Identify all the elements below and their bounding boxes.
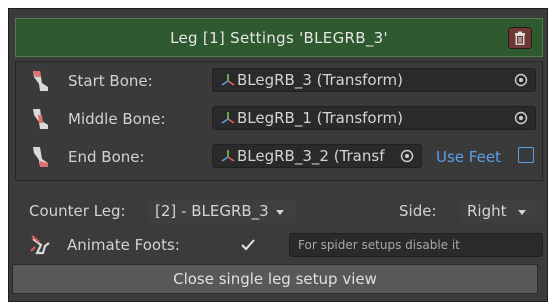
chevron-down-icon <box>276 210 285 215</box>
animate-foots-checkbox[interactable] <box>239 236 257 254</box>
leg-settings-panel: Leg [1] Settings 'BLEGRB_3' Start Bone: <box>8 8 548 302</box>
leg-header[interactable]: Leg [1] Settings 'BLEGRB_3' <box>15 18 543 57</box>
checkmark-icon <box>241 239 255 251</box>
target-icon <box>514 111 528 125</box>
leg-bone-icon <box>33 109 48 129</box>
use-feet-label[interactable]: Use Feet <box>436 143 501 171</box>
side-value: Right <box>467 202 507 220</box>
transform-icon <box>221 150 235 162</box>
animate-foots-label: Animate Foots: <box>67 236 180 254</box>
animate-foots-hint[interactable]: For spider setups disable it <box>289 233 543 257</box>
middle-bone-label: Middle Bone: <box>68 110 166 128</box>
object-picker-button[interactable] <box>512 71 530 89</box>
leg-bone-icon <box>33 71 48 91</box>
animate-foot-icon <box>30 235 50 255</box>
start-bone-field[interactable]: BLegRB_3 (Transform) <box>212 68 536 92</box>
side-dropdown[interactable]: Right <box>461 199 543 223</box>
target-icon <box>400 149 414 163</box>
counter-leg-dropdown[interactable]: [2] - BLEGRB_3 <box>149 199 297 223</box>
transform-icon <box>221 112 235 124</box>
bones-section: Start Bone: BLegRB_3 (Transform) Middle … <box>15 61 543 181</box>
leg-bone-icon <box>33 147 48 167</box>
chevron-down-icon <box>518 210 527 215</box>
start-bone-label: Start Bone: <box>68 72 153 90</box>
transform-icon <box>221 74 235 86</box>
end-bone-row: End Bone: BLegRB_3_2 (Transf Use Feet <box>16 143 542 171</box>
counter-leg-row: Counter Leg: [2] - BLEGRB_3 Side: Right <box>9 197 547 225</box>
end-bone-value: BLegRB_3_2 (Transf <box>237 147 385 165</box>
middle-bone-row: Middle Bone: BLegRB_1 (Transform) <box>16 105 542 133</box>
counter-leg-value: [2] - BLEGRB_3 <box>155 202 269 220</box>
use-feet-checkbox[interactable] <box>518 147 534 163</box>
middle-bone-field[interactable]: BLegRB_1 (Transform) <box>212 106 536 130</box>
start-bone-value: BLegRB_3 (Transform) <box>237 71 403 89</box>
object-picker-button[interactable] <box>398 147 416 165</box>
target-icon <box>514 73 528 87</box>
start-bone-row: Start Bone: BLegRB_3 (Transform) <box>16 67 542 95</box>
animate-foots-row: Animate Foots: For spider setups disable… <box>9 231 547 259</box>
end-bone-label: End Bone: <box>68 148 145 166</box>
close-leg-setup-button[interactable]: Close single leg setup view <box>12 264 538 294</box>
object-picker-button[interactable] <box>512 109 530 127</box>
counter-leg-label: Counter Leg: <box>29 202 126 220</box>
middle-bone-value: BLegRB_1 (Transform) <box>237 109 403 127</box>
trash-icon <box>515 31 525 45</box>
side-label: Side: <box>399 202 437 220</box>
end-bone-field[interactable]: BLegRB_3_2 (Transf <box>212 144 422 168</box>
delete-leg-button[interactable] <box>508 27 532 49</box>
leg-header-title: Leg [1] Settings 'BLEGRB_3' <box>170 28 388 47</box>
